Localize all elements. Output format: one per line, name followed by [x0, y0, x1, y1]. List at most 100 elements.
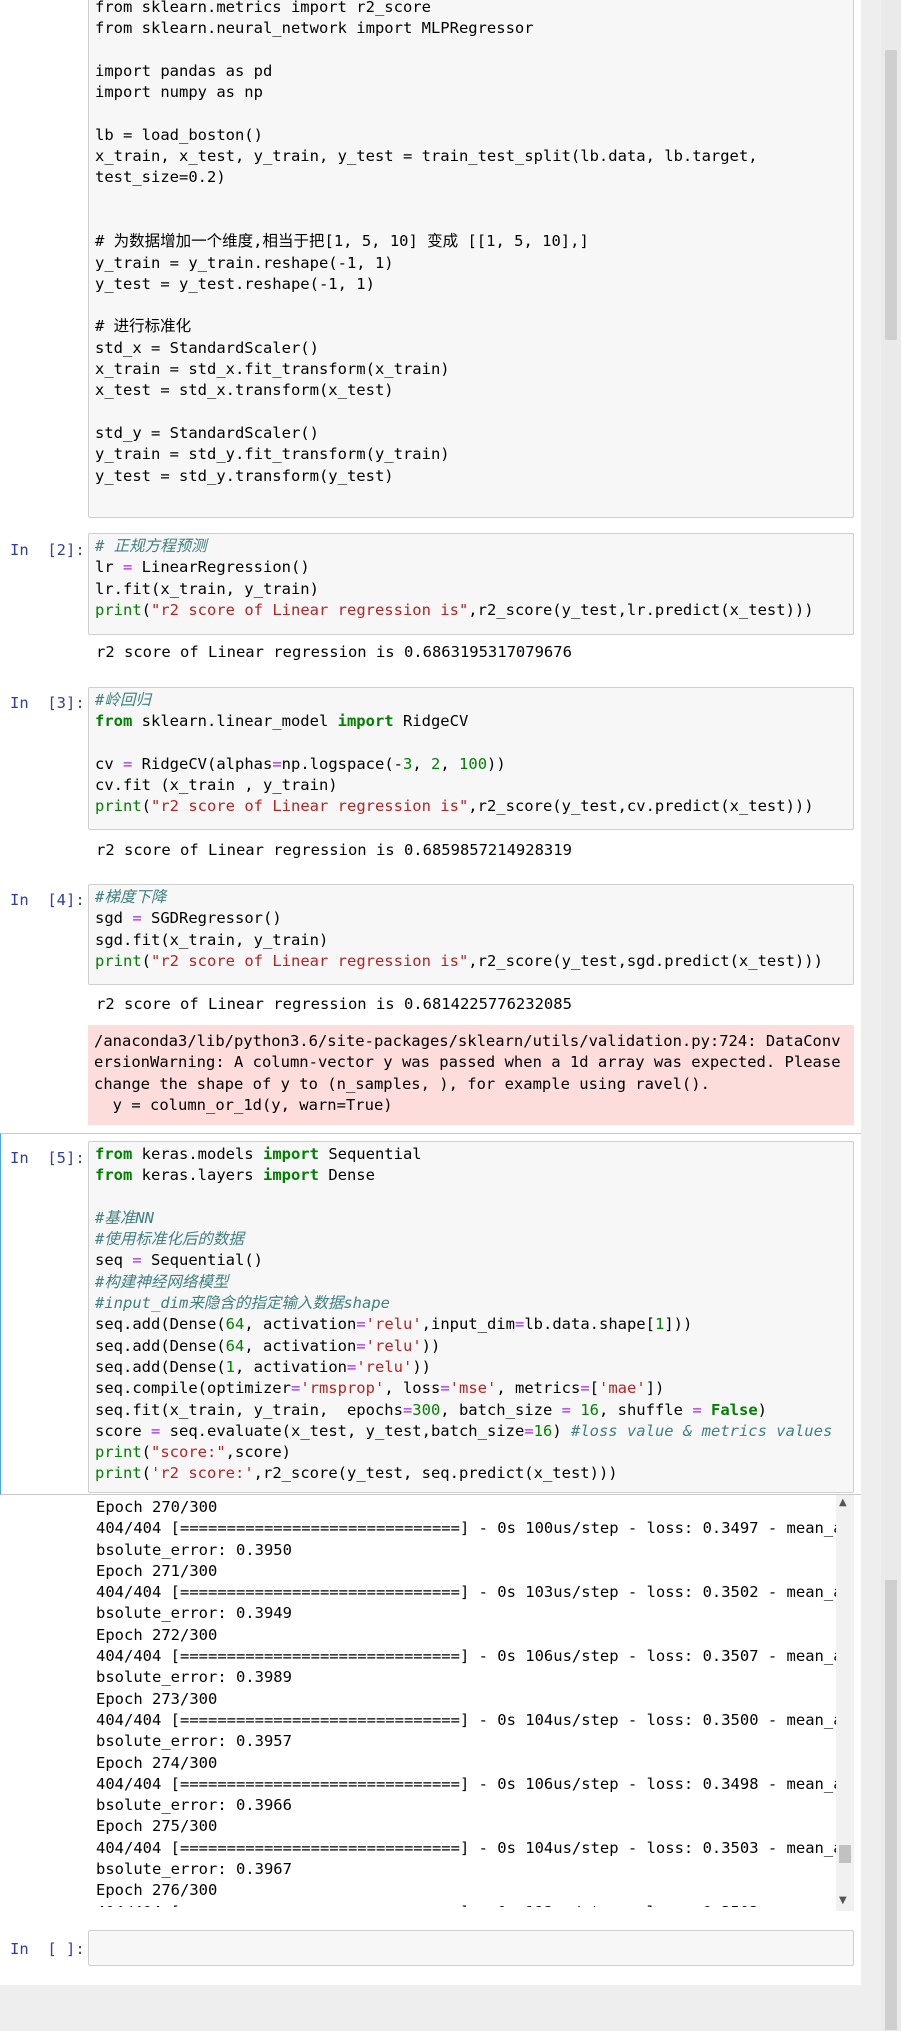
scroll-up-arrow-icon[interactable]: ▲: [839, 1497, 847, 1508]
scroll-down-arrow-icon[interactable]: ▼: [839, 1895, 847, 1906]
code-line: #构建神经网络模型: [95, 1272, 229, 1291]
code-line: from keras.layers import Dense: [95, 1166, 375, 1185]
output-scroll-thumb[interactable]: [839, 1845, 851, 1863]
code-line: print('r2 score:',r2_score(y_test, seq.p…: [95, 1464, 618, 1483]
code-cell-3-input[interactable]: #岭回归 from sklearn.linear_model import Rid…: [88, 687, 854, 830]
code-line: from keras.models import Sequential: [95, 1145, 422, 1163]
code-line: bsolute_error: 0.3989: [96, 1668, 292, 1687]
code-line: print("r2 score of Linear regression is"…: [95, 797, 814, 816]
code-line: 404/404 [==============================]…: [96, 1902, 843, 1907]
code-line: Epoch 270/300: [96, 1498, 218, 1516]
cell-4-prompt: In [4]:: [10, 891, 85, 909]
code-line: cv.fit (x_train , y_train): [95, 776, 338, 795]
code-line: y_test = std_y.transform(y_test): [95, 466, 394, 485]
code-line: seq.add(Dense(1, activation='relu')): [95, 1357, 431, 1376]
code-cell-4-input[interactable]: #梯度下降 sgd = SGDRegressor() sgd.fit(x_train…: [88, 884, 854, 985]
code-line: from sklearn.neural_network import MLPRe…: [95, 19, 534, 38]
code-line: print("r2 score of Linear regression is"…: [95, 600, 814, 619]
code-line: #基准NN: [95, 1208, 154, 1227]
code-line: # 为数据增加一个维度,相当于把[1, 5, 10] 变成 [[1, 5, 10…: [95, 232, 589, 251]
code-line: bsolute_error: 0.3957: [96, 1732, 292, 1751]
code-line: Epoch 272/300: [96, 1625, 218, 1644]
code-line: #使用标准化后的数据: [95, 1230, 244, 1249]
cell-3-prompt: In [3]:: [10, 694, 85, 712]
code-line: bsolute_error: 0.3950: [96, 1540, 292, 1559]
code-line: Epoch 271/300: [96, 1561, 218, 1580]
code-line: from sklearn.metrics import r2_score: [95, 0, 431, 16]
code-lines: #梯度下降 sgd = SGDRegressor() sgd.fit(x_train…: [95, 887, 847, 972]
code-line: seq.add(Dense(64, activation='relu',inpu…: [95, 1315, 693, 1334]
code-line: x_train, x_test, y_train, y_test = train…: [95, 147, 758, 166]
code-line: cv = RidgeCV(alphas=np.logspace(-3, 2, 1…: [95, 754, 506, 773]
code-line: import pandas as pd: [95, 61, 273, 80]
code-line: x_train = std_x.fit_transform(x_train): [95, 360, 450, 379]
code-line: from sklearn.linear_model import RidgeCV: [95, 712, 469, 731]
code-line: bsolute_error: 0.3967: [96, 1860, 292, 1879]
page-scroll-thumb[interactable]: [885, 50, 897, 340]
cell-2-prompt: In [2]:: [10, 541, 85, 559]
code-line: y_train = y_train.reshape(-1, 1): [95, 253, 394, 272]
code-line: import numpy as np: [95, 83, 263, 102]
code-lines: #岭回归 from sklearn.linear_model import Rid…: [95, 690, 847, 818]
code-line: bsolute_error: 0.3966: [96, 1796, 292, 1815]
code-lines: from sklearn.metrics import r2_scorefrom…: [95, 0, 847, 487]
code-line: sgd.fit(x_train, y_train): [95, 930, 329, 949]
code-line: Epoch 274/300: [96, 1753, 218, 1772]
code-line: 404/404 [==============================]…: [96, 1647, 843, 1666]
code-line: bsolute_error: 0.3949: [96, 1604, 292, 1623]
code-line: print("r2 score of Linear regression is"…: [95, 951, 823, 970]
code-line: lb = load_boston(): [95, 125, 263, 144]
cell-2-output: r2 score of Linear regression is 0.68631…: [96, 643, 572, 661]
code-line: 404/404 [==============================]…: [96, 1519, 843, 1538]
code-line: 404/404 [==============================]…: [96, 1838, 843, 1857]
code-line: # 进行标准化: [95, 317, 192, 336]
code-line: std_x = StandardScaler(): [95, 338, 319, 357]
code-line: std_y = StandardScaler(): [95, 423, 319, 442]
code-line: seq.compile(optimizer='rmsprop', loss='m…: [95, 1379, 665, 1398]
cell-3-output: r2 score of Linear regression is 0.68598…: [96, 841, 572, 859]
code-line: 404/404 [==============================]…: [96, 1583, 843, 1602]
cell-4-warning: /anaconda3/lib/python3.6/site-packages/s…: [88, 1025, 854, 1125]
code-line: #梯度下降: [95, 888, 167, 906]
output-lines: Epoch 270/300 404/404 [==================…: [96, 1497, 843, 1907]
code-line: y_train = std_y.fit_transform(y_train): [95, 445, 450, 464]
code-line: score = seq.evaluate(x_test, y_test,batc…: [95, 1421, 833, 1440]
code-line: #岭回归: [95, 691, 151, 709]
code-line: 404/404 [==============================]…: [96, 1710, 843, 1729]
code-line: seq.add(Dense(64, activation='relu')): [95, 1336, 441, 1355]
code-line: Epoch 276/300: [96, 1881, 218, 1900]
page-scrollbar[interactable]: [881, 0, 901, 2031]
code-line: test_size=0.2): [95, 168, 226, 187]
output-scrollbar[interactable]: ▲ ▼: [836, 1495, 854, 1911]
code-line: 404/404 [==============================]…: [96, 1774, 843, 1793]
code-cell-5-input[interactable]: from keras.models import Sequential from …: [88, 1141, 854, 1493]
code-line: #input_dim来隐含的指定输入数据shape: [95, 1294, 390, 1313]
cell-4-output: r2 score of Linear regression is 0.68142…: [96, 995, 572, 1013]
page-scroll-track-highlight: [885, 1580, 897, 2030]
cell-5-scrolled-output[interactable]: Epoch 270/300 404/404 [==================…: [88, 1497, 854, 1907]
code-line: lr.fit(x_train, y_train): [95, 579, 319, 598]
code-lines: from keras.models import Sequential from …: [95, 1144, 847, 1485]
code-lines: # 正规方程预测 lr = LinearRegression() lr.fit(x_…: [95, 536, 847, 621]
cell-6-prompt: In [ ]:: [10, 1940, 85, 1958]
code-line: seq.fit(x_train, y_train, epochs=300, ba…: [95, 1400, 768, 1419]
code-line: Epoch 275/300: [96, 1817, 218, 1836]
code-line: Epoch 273/300: [96, 1689, 218, 1708]
code-line: y_test = y_test.reshape(-1, 1): [95, 274, 375, 293]
code-cell-1-input[interactable]: from sklearn.metrics import r2_scorefrom…: [88, 0, 854, 518]
code-line: # 正规方程预测: [95, 537, 207, 555]
cell-5-prompt: In [5]:: [10, 1149, 85, 1167]
code-cell-2-input[interactable]: # 正规方程预测 lr = LinearRegression() lr.fit(x_…: [88, 533, 854, 635]
code-cell-6-input[interactable]: [88, 1930, 854, 1966]
code-line: sgd = SGDRegressor(): [95, 909, 282, 928]
code-line: lr = LinearRegression(): [95, 558, 310, 577]
code-line: seq = Sequential(): [95, 1251, 263, 1270]
